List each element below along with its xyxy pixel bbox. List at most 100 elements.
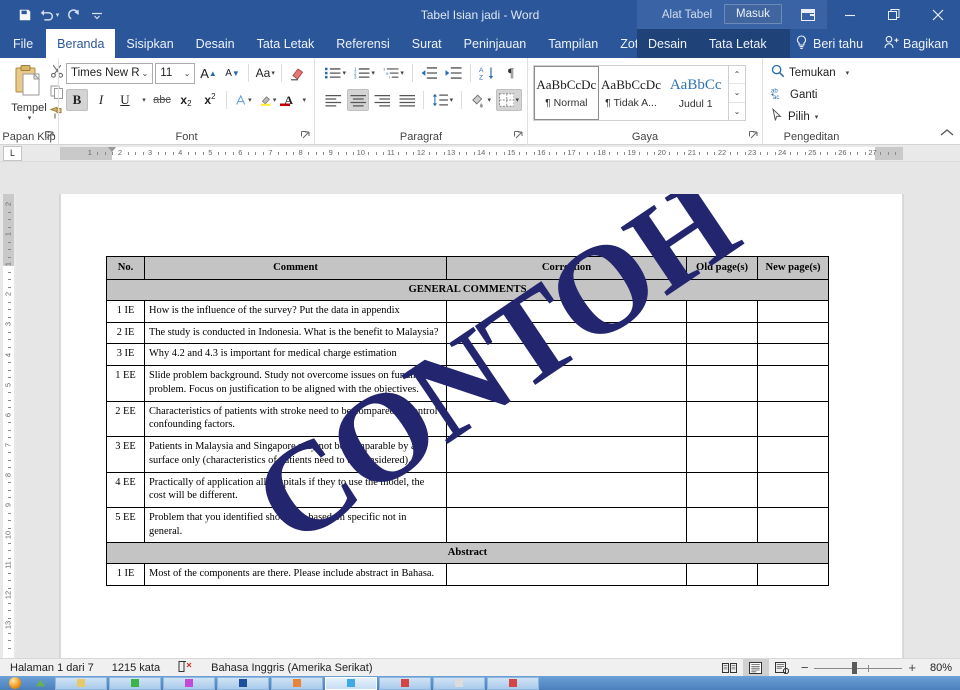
font-dialog-launcher-icon[interactable] [300, 131, 311, 142]
multilevel-list-button[interactable]: 1ai ▾ [380, 62, 407, 84]
superscript-button[interactable]: x2 [199, 89, 221, 111]
zoom-control[interactable]: − + [795, 660, 922, 675]
cell-new-pages[interactable] [757, 343, 829, 367]
tab-table-desain[interactable]: Desain [637, 29, 698, 58]
cell-new-pages[interactable] [757, 299, 829, 323]
zoom-slider[interactable] [814, 661, 903, 675]
bullets-button[interactable]: ▾ [322, 62, 349, 84]
taskbar-item-4[interactable] [217, 676, 269, 690]
cell-new-pages[interactable] [757, 400, 829, 438]
cell-comment[interactable]: How is the influence of the survey? Put … [144, 299, 447, 323]
tab-stop-selector[interactable]: L [3, 145, 22, 161]
styles-dialog-launcher-icon[interactable] [748, 131, 759, 142]
word-count[interactable]: 1215 kata [112, 662, 160, 674]
cell-correction[interactable] [446, 343, 687, 367]
sort-button[interactable]: AZ [476, 62, 498, 84]
numbering-button[interactable]: 123 ▾ [351, 62, 378, 84]
find-button[interactable]: Temukan ▾ [768, 62, 855, 83]
paste-button[interactable]: Tempel ▾ [6, 61, 52, 122]
share-button[interactable]: Bagikan [884, 29, 948, 58]
cell-no[interactable]: 2 IE [106, 321, 145, 345]
table-body[interactable]: GENERAL COMMENTS 1 IE How is the influence… [106, 278, 829, 587]
tab-tata-letak[interactable]: Tata Letak [246, 29, 326, 58]
cell-no[interactable]: 2 EE [106, 400, 145, 438]
tab-desain[interactable]: Desain [185, 29, 246, 58]
chevron-down-icon[interactable]: ▾ [846, 69, 850, 77]
cell-new-pages[interactable] [757, 321, 829, 345]
cell-old-pages[interactable] [686, 400, 758, 438]
minimize-icon[interactable] [828, 0, 872, 29]
save-icon[interactable] [14, 4, 36, 26]
cell-no[interactable]: 1 IE [106, 299, 145, 323]
cell-no[interactable]: 3 EE [106, 436, 145, 473]
cell-new-pages[interactable] [757, 563, 829, 587]
align-center-button[interactable] [346, 89, 370, 111]
close-icon[interactable] [916, 0, 960, 29]
quick-launch-icon[interactable] [36, 679, 45, 688]
cell-correction[interactable] [446, 299, 687, 323]
clipboard-dialog-launcher-icon[interactable] [44, 131, 55, 142]
cell-correction[interactable] [446, 563, 687, 587]
shrink-font-button[interactable]: A ▼ [221, 62, 243, 84]
first-line-indent-marker[interactable] [108, 147, 116, 152]
paste-chevron-down-icon[interactable]: ▾ [28, 114, 32, 122]
cell-comment[interactable]: Practically of application all hospitals… [144, 471, 447, 509]
cell-comment[interactable]: Patients in Malaysia and Singapore may n… [144, 436, 447, 473]
cell-comment[interactable]: Problem that you identified should be ba… [144, 507, 447, 544]
cell-new-pages[interactable] [757, 471, 829, 509]
cell-old-pages[interactable] [686, 471, 758, 509]
undo-icon[interactable]: ▾ [38, 4, 60, 26]
start-button[interactable] [0, 676, 30, 690]
taskbar-item-2[interactable] [109, 676, 161, 690]
table-row[interactable]: 4 EE Practically of application all hospi… [106, 471, 829, 509]
font-color-button[interactable]: A ▾ [280, 89, 309, 111]
customize-qat-icon[interactable] [86, 4, 108, 26]
table-row[interactable]: 1 EE Slide problem background. Study not … [106, 365, 829, 402]
style-normal[interactable]: AaBbCcDc ¶ Normal [534, 66, 599, 120]
tab-surat[interactable]: Surat [401, 29, 453, 58]
web-layout-icon[interactable] [769, 659, 795, 677]
ribbon-display-options-icon[interactable] [788, 0, 828, 29]
text-effects-button[interactable]: ▾ [232, 89, 255, 111]
justify-button[interactable] [396, 89, 419, 111]
cell-old-pages[interactable] [686, 563, 758, 587]
subscript-button[interactable]: x2 [175, 89, 197, 111]
proofing-errors-icon[interactable] [178, 660, 193, 676]
cell-no[interactable]: 5 EE [106, 507, 145, 544]
taskbar-item-7[interactable] [379, 676, 431, 690]
vertical-ruler-scale[interactable]: 2 1 1 2 3 4 5 6 7 8 9 10 11 12 13 [3, 194, 14, 658]
document-page[interactable]: No. Comment Correction Old page(s) New p… [60, 194, 903, 658]
taskbar-item-6[interactable] [325, 676, 377, 690]
zoom-in-button[interactable]: + [908, 660, 916, 675]
language-indicator[interactable]: Bahasa Inggris (Amerika Serikat) [211, 662, 372, 674]
table-row[interactable]: 3 IE Why 4.2 and 4.3 is important for med… [106, 343, 829, 367]
bold-button[interactable]: B [66, 89, 88, 111]
underline-button[interactable]: U [114, 89, 136, 111]
horizontal-ruler[interactable]: L 1 2 3 4 5 6 7 8 9 10 11 12 13 14 15 16 17 18 19 20 21 22 23 2… [0, 145, 960, 162]
cell-new-pages[interactable] [757, 507, 829, 544]
show-formatting-marks-button[interactable]: ¶ [500, 62, 522, 84]
underline-chevron-down-icon[interactable]: ▾ [138, 89, 149, 111]
cell-comment[interactable]: Most of the components are there. Please… [144, 563, 447, 587]
zoom-level[interactable]: 80% [922, 662, 952, 674]
tab-beranda[interactable]: Beranda [46, 29, 116, 58]
cell-new-pages[interactable] [757, 365, 829, 402]
highlight-button[interactable]: ▾ [257, 89, 280, 111]
read-mode-icon[interactable] [717, 659, 743, 677]
tab-sisipkan[interactable]: Sisipkan [115, 29, 184, 58]
line-spacing-button[interactable]: ▾ [429, 89, 456, 111]
font-name-combobox[interactable]: Times New R ⌄ [66, 62, 154, 84]
styles-scroll-down-icon[interactable]: ⌄ [729, 84, 745, 103]
zoom-out-button[interactable]: − [801, 660, 809, 675]
cell-comment[interactable]: Characteristics of patients with stroke … [144, 400, 447, 438]
styles-scroll-up-icon[interactable]: ⌃ [729, 66, 745, 85]
taskbar-item-1[interactable] [55, 676, 107, 690]
document-canvas[interactable]: No. Comment Correction Old page(s) New p… [16, 194, 960, 658]
grow-font-button[interactable]: A ▲ [197, 62, 219, 84]
comments-table[interactable]: No. Comment Correction Old page(s) New p… [106, 256, 829, 587]
chevron-down-icon[interactable]: ▾ [815, 113, 819, 121]
cell-no[interactable]: 4 EE [106, 471, 145, 509]
sign-in-button[interactable]: Masuk [724, 4, 782, 24]
ruler-scale[interactable]: 1 2 3 4 5 6 7 8 9 10 11 12 13 14 15 16 17 18 19 20 21 22 23 24 2… [60, 147, 903, 160]
paragraph-dialog-launcher-icon[interactable] [513, 131, 524, 142]
